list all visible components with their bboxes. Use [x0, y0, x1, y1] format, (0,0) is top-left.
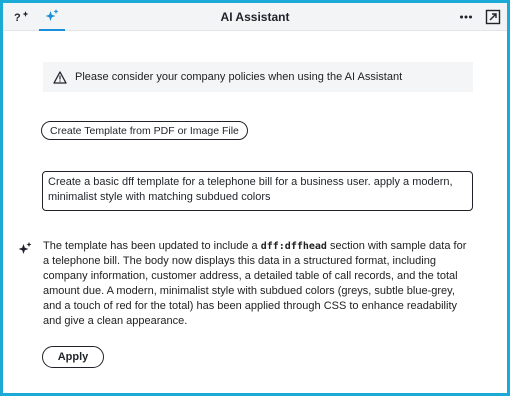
assistant-sparkle-icon	[18, 242, 32, 254]
panel-header: ? AI Assistant	[3, 3, 507, 31]
svg-text:?: ?	[14, 12, 21, 24]
pop-out-icon	[485, 9, 501, 25]
tab-bar: ?	[3, 3, 65, 31]
panel-title: AI Assistant	[220, 10, 290, 24]
response-code: dff:dffhead	[260, 241, 327, 252]
tab-ai-assistant[interactable]	[39, 3, 65, 31]
tab-help[interactable]: ?	[9, 3, 35, 31]
policy-notice-text: Please consider your company policies wh…	[75, 71, 403, 83]
sparkle-icon	[45, 9, 59, 21]
warning-icon	[53, 70, 67, 84]
more-button[interactable]	[459, 10, 473, 24]
create-template-from-file-button[interactable]: Create Template from PDF or Image File	[41, 121, 248, 140]
ai-assistant-panel: ? AI Assistant Please consider your comp…	[3, 3, 507, 393]
help-sparkle-icon: ?	[14, 11, 29, 24]
more-icon	[460, 15, 472, 19]
response-text-before: The template has been updated to include…	[43, 240, 261, 252]
user-prompt-message: Create a basic dff template for a teleph…	[42, 171, 473, 211]
policy-notice: Please consider your company policies wh…	[43, 62, 473, 92]
pop-out-button[interactable]	[485, 9, 501, 25]
header-actions	[459, 3, 501, 31]
response-text-after: section with sample data for a telephone…	[43, 240, 467, 327]
assistant-response: The template has been updated to include…	[43, 239, 475, 329]
apply-button[interactable]: Apply	[42, 346, 104, 368]
